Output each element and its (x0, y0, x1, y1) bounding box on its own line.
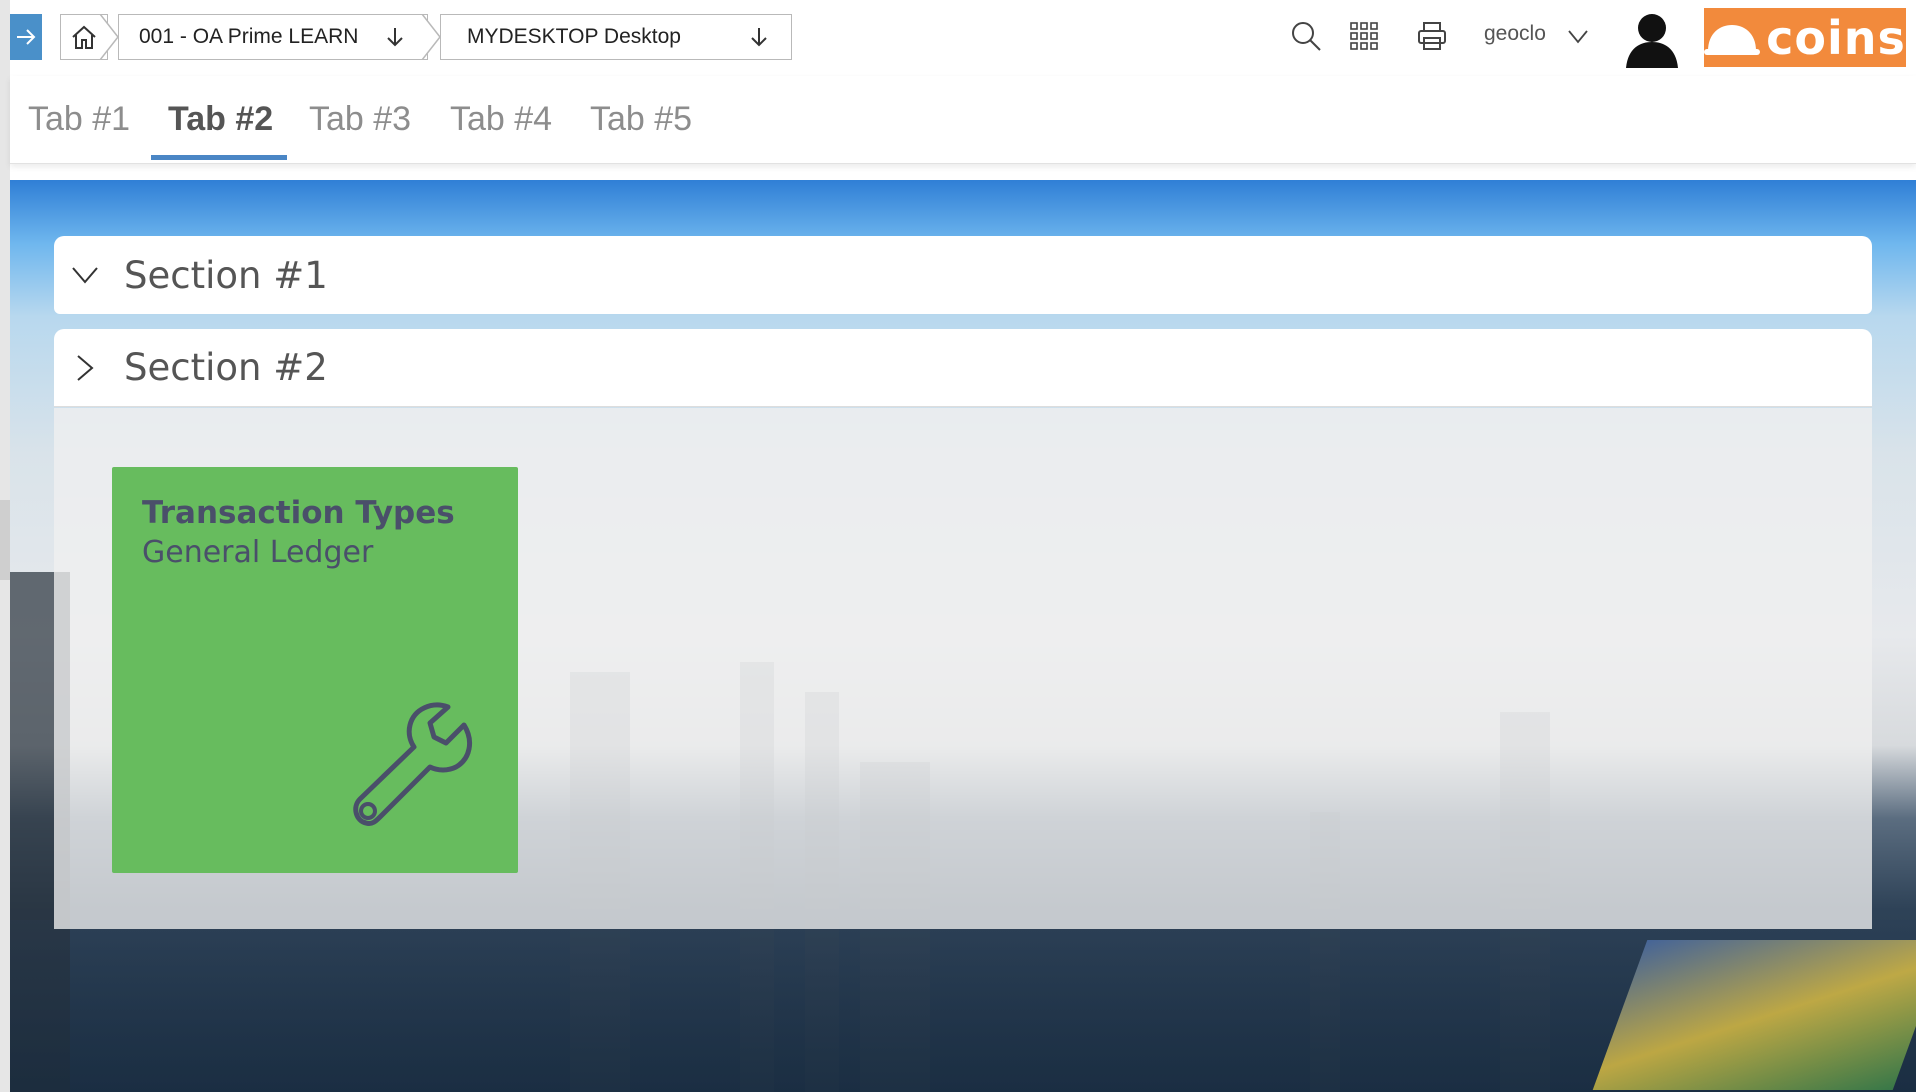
tab-2[interactable]: Tab #2 (168, 100, 273, 139)
transaction-types-tile[interactable]: Transaction Types General Ledger (112, 467, 518, 873)
tab-5[interactable]: Tab #5 (590, 100, 692, 139)
desktop-selector[interactable]: MYDESKTOP Desktop (440, 14, 792, 60)
top-bar: 001 - OA Prime LEARN MYDESKTOP Desktop g… (10, 0, 1916, 76)
expand-menu-button[interactable] (10, 14, 42, 60)
chevron-right-icon (70, 353, 100, 383)
section-title: Section #2 (124, 346, 328, 389)
search-button[interactable] (1288, 18, 1324, 54)
tab-bar: Tab #1 Tab #2 Tab #3 Tab #4 Tab #5 (10, 76, 1916, 164)
tab-3[interactable]: Tab #3 (309, 100, 411, 139)
section-2-header[interactable]: Section #2 (54, 329, 1872, 407)
arrow-down-icon (751, 28, 767, 47)
home-icon (72, 25, 96, 49)
wrench-icon (353, 702, 473, 826)
hard-hat-icon (1704, 24, 1761, 55)
printer-icon (1418, 22, 1446, 50)
desktop-label: MYDESKTOP Desktop (467, 25, 681, 48)
scrollbar-thumb[interactable] (0, 500, 10, 580)
apps-button[interactable] (1346, 18, 1382, 54)
tab-4[interactable]: Tab #4 (450, 100, 552, 139)
logo-text: coins (1766, 10, 1906, 65)
chevron-down-icon[interactable] (1566, 24, 1590, 48)
tile-title: Transaction Types (142, 495, 455, 531)
company-selector[interactable]: 001 - OA Prime LEARN (118, 14, 428, 60)
print-button[interactable] (1414, 18, 1450, 54)
left-scrollbar[interactable] (0, 0, 10, 1092)
grid-icon (1350, 22, 1378, 50)
user-name[interactable]: geoclo (1484, 22, 1546, 46)
tab-1[interactable]: Tab #1 (28, 100, 130, 139)
breadcrumb-separator-icon (421, 14, 441, 60)
coins-logo: coins (1704, 8, 1906, 67)
active-tab-indicator (151, 155, 287, 160)
search-icon (1292, 22, 1321, 51)
tile-subtitle: General Ledger (142, 535, 374, 570)
arrow-right-icon (17, 29, 36, 45)
company-label: 001 - OA Prime LEARN (139, 25, 359, 48)
section-1-header[interactable]: Section #1 (54, 236, 1872, 314)
breadcrumb-separator-icon (99, 14, 119, 60)
arrow-down-icon (387, 28, 403, 47)
chevron-down-icon (70, 260, 100, 290)
avatar[interactable] (1622, 8, 1682, 68)
section-title: Section #1 (124, 253, 328, 297)
